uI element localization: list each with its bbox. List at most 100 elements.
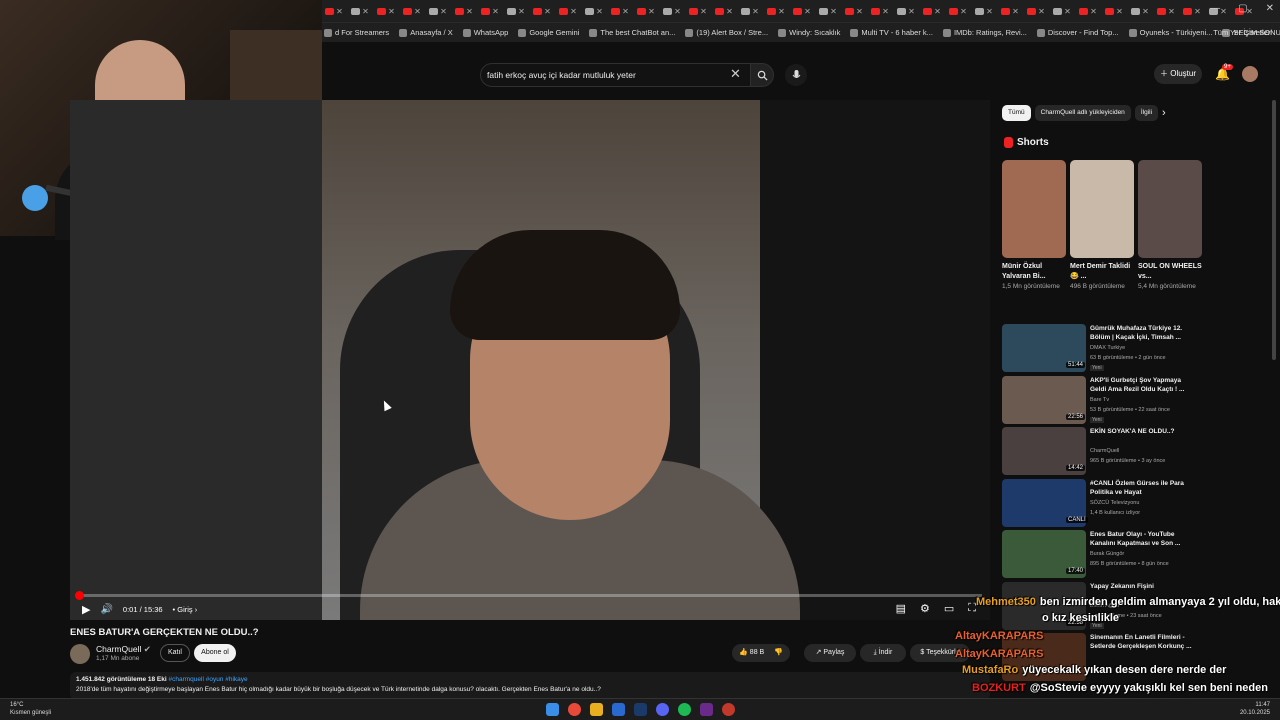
system-clock[interactable]: 11:47 20.10.2025: [1240, 701, 1270, 717]
browser-tab[interactable]: ✕: [790, 3, 814, 19]
tab-close-icon[interactable]: ✕: [882, 7, 889, 16]
browser-tab[interactable]: ✕: [348, 3, 372, 19]
subtitles-icon[interactable]: ▤: [896, 602, 906, 615]
tab-close-icon[interactable]: ✕: [1168, 7, 1175, 16]
video-title[interactable]: EKİN SOYAK'A NE OLDU..?: [1090, 427, 1198, 436]
browser-tab[interactable]: ✕: [712, 3, 736, 19]
bookmark-item[interactable]: Windy: Sıcaklık: [778, 28, 840, 37]
tab-close-icon[interactable]: ✕: [1116, 7, 1123, 16]
close-icon[interactable]: ✕: [1266, 3, 1274, 14]
browser-tab[interactable]: ✕: [946, 3, 970, 19]
browser-tab[interactable]: ✕: [1128, 3, 1152, 19]
tab-close-icon[interactable]: ✕: [674, 7, 681, 16]
chrome-icon[interactable]: [568, 703, 581, 716]
bookmark-item[interactable]: (19) Alert Box / Stre...: [685, 28, 768, 37]
spotify-icon[interactable]: [678, 703, 691, 716]
browser-tab[interactable]: ✕: [686, 3, 710, 19]
browser-tab[interactable]: ✕: [1180, 3, 1204, 19]
bookmark-item[interactable]: IMDb: Ratings, Revi...: [942, 28, 1027, 37]
tab-close-icon[interactable]: ✕: [466, 7, 473, 16]
volume-icon[interactable]: 🔊: [100, 604, 112, 615]
file-explorer-icon[interactable]: [590, 703, 603, 716]
settings-gear-icon[interactable]: ⚙: [920, 602, 930, 615]
bookmark-item[interactable]: Anasayfa / X: [399, 28, 453, 37]
video-player[interactable]: ▶ 🔊 0:01 / 15:36 • Giriş › ▤ ⚙ ▭ ⛶: [70, 100, 990, 620]
search-input[interactable]: fatih erkoç avuç içi kadar mutluluk yete…: [480, 63, 752, 87]
download-button[interactable]: ⤓ İndir: [860, 644, 906, 662]
browser-tab[interactable]: ✕: [556, 3, 580, 19]
short-item[interactable]: Mert Demir Taklidi 😂 ... 496 B görüntülem…: [1070, 160, 1134, 292]
browser-tab[interactable]: ✕: [764, 3, 788, 19]
browser-tab[interactable]: ✕: [972, 3, 996, 19]
tab-close-icon[interactable]: ✕: [1142, 7, 1149, 16]
hashtags[interactable]: #charmquell #oyun #hikaye: [169, 676, 248, 683]
clear-search-icon[interactable]: ✕: [730, 66, 741, 82]
tab-close-icon[interactable]: ✕: [622, 7, 629, 16]
tab-close-icon[interactable]: ✕: [388, 7, 395, 16]
kick-app-icon[interactable]: [700, 703, 713, 716]
channel-name[interactable]: Bare Tv: [1090, 397, 1109, 403]
filter-chip[interactable]: Tümü: [1002, 105, 1031, 121]
browser-tab[interactable]: ✕: [868, 3, 892, 19]
all-bookmarks-button[interactable]: Tüm Yer İşaretleri: [1213, 28, 1272, 37]
short-item[interactable]: SOUL ON WHEELS vs... 5,4 Mn görüntüleme: [1138, 160, 1202, 292]
browser-tab[interactable]: ✕: [322, 3, 346, 19]
browser-tab[interactable]: ✕: [400, 3, 424, 19]
browser-tab[interactable]: ✕: [582, 3, 606, 19]
tab-close-icon[interactable]: ✕: [492, 7, 499, 16]
create-button[interactable]: ＋ Oluştur: [1154, 64, 1202, 84]
short-title[interactable]: SOUL ON WHEELS vs...: [1138, 262, 1202, 282]
bookmark-item[interactable]: d For Streamers: [324, 28, 389, 37]
browser-tab[interactable]: ✕: [374, 3, 398, 19]
tab-close-icon[interactable]: ✕: [440, 7, 447, 16]
maximize-icon[interactable]: ▢: [1238, 3, 1247, 14]
browser-tab[interactable]: ✕: [1154, 3, 1178, 19]
short-thumbnail[interactable]: [1138, 160, 1202, 258]
recommended-item[interactable]: 17:40 Enes Batur Olayı - YouTube Kanalını…: [1002, 530, 1202, 582]
browser-tab[interactable]: ✕: [478, 3, 502, 19]
tab-close-icon[interactable]: ✕: [778, 7, 785, 16]
browser-tab[interactable]: ✕: [842, 3, 866, 19]
bookmark-item[interactable]: Multi TV - 6 haber k...: [850, 28, 933, 37]
browser-tab[interactable]: ✕: [1024, 3, 1048, 19]
browser-tab[interactable]: ✕: [452, 3, 476, 19]
search-button[interactable]: [750, 63, 774, 87]
app-icon[interactable]: [612, 703, 625, 716]
tab-close-icon[interactable]: ✕: [960, 7, 967, 16]
play-icon[interactable]: ▶: [82, 603, 90, 616]
browser-tab[interactable]: ✕: [660, 3, 684, 19]
account-avatar[interactable]: [1242, 66, 1258, 82]
short-title[interactable]: Mert Demir Taklidi 😂 ...: [1070, 262, 1134, 282]
channel-name[interactable]: SÖZCÜ Televizyonu: [1090, 500, 1139, 506]
tab-close-icon[interactable]: ✕: [1194, 7, 1201, 16]
browser-tab[interactable]: ✕: [634, 3, 658, 19]
channel-name[interactable]: DMAX Turkiye: [1090, 345, 1125, 351]
tab-close-icon[interactable]: ✕: [804, 7, 811, 16]
filter-chip[interactable]: İlgili: [1134, 105, 1159, 121]
tab-close-icon[interactable]: ✕: [1012, 7, 1019, 16]
tab-close-icon[interactable]: ✕: [830, 7, 837, 16]
tab-close-icon[interactable]: ✕: [908, 7, 915, 16]
discord-icon[interactable]: [656, 703, 669, 716]
page-scrollbar[interactable]: [1272, 100, 1276, 360]
tab-close-icon[interactable]: ✕: [518, 7, 525, 16]
tab-close-icon[interactable]: ✕: [414, 7, 421, 16]
browser-tab[interactable]: ✕: [738, 3, 762, 19]
video-progress-bar[interactable]: [74, 591, 982, 600]
filter-chip[interactable]: CharmQuell adlı yükleyiciden: [1034, 105, 1131, 121]
browser-tab[interactable]: ✕: [530, 3, 554, 19]
short-thumbnail[interactable]: [1070, 160, 1134, 258]
chevron-right-icon[interactable]: ›: [1162, 107, 1166, 119]
bookmark-item[interactable]: WhatsApp: [462, 28, 508, 37]
browser-tab[interactable]: ✕: [1076, 3, 1100, 19]
recommended-item[interactable]: 22:56 AKP'li Gurbetçi Şov Yapmaya Geldi A…: [1002, 375, 1202, 428]
voice-search-button[interactable]: [785, 64, 807, 86]
browser-tab[interactable]: ✕: [426, 3, 450, 19]
channel-name[interactable]: CharmQuell: [1090, 448, 1119, 454]
video-title[interactable]: Gümrük Muhafaza Türkiye 12. Bölüm | Kaça…: [1090, 324, 1198, 342]
like-button[interactable]: 👍 88 B: [739, 649, 764, 656]
browser-tab[interactable]: ✕: [920, 3, 944, 19]
channel-name[interactable]: CharmQuell ✔: [96, 644, 151, 655]
channel-avatar[interactable]: [70, 644, 90, 664]
tab-close-icon[interactable]: ✕: [648, 7, 655, 16]
